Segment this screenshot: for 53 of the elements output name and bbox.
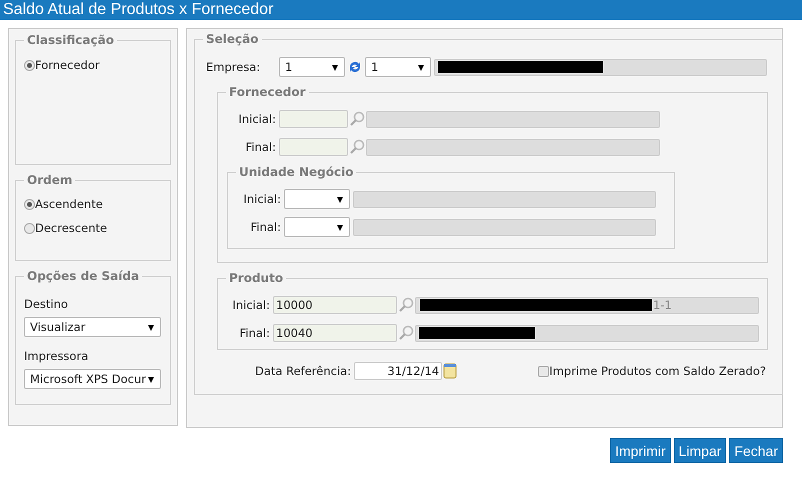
caret-icon — [148, 377, 154, 383]
checkbox-option[interactable]: Imprime Produtos com Saldo Zerado? — [538, 364, 766, 378]
calendar-icon[interactable] — [443, 363, 458, 379]
code-field[interactable] — [279, 138, 348, 156]
section-legend: Fornecedor — [226, 85, 309, 99]
caret-icon — [418, 65, 424, 71]
dropdown[interactable]: Microsoft XPS Docur — [24, 369, 161, 389]
window-title: Saldo Atual de Produtos x Fornecedor — [3, 1, 274, 18]
caret-icon — [337, 197, 343, 203]
search-icon[interactable] — [349, 139, 365, 155]
radio-option[interactable]: Ascendente — [24, 195, 162, 213]
dropdown[interactable] — [284, 217, 350, 237]
search-icon[interactable] — [398, 325, 414, 341]
field-label: Inicial: — [237, 112, 276, 126]
dropdown[interactable]: Visualizar — [24, 317, 161, 337]
action-button[interactable]: Imprimir — [610, 438, 671, 463]
section-legend: Produto — [226, 271, 286, 285]
radio-option[interactable]: Fornecedor — [24, 56, 162, 74]
description-text: 1-1 — [653, 298, 672, 312]
sync-icon[interactable] — [348, 59, 362, 75]
section-legend: Classificação — [24, 33, 117, 47]
action-button[interactable]: Fechar — [729, 438, 783, 463]
radio-button[interactable] — [24, 222, 35, 234]
field-label: Data Referência: — [255, 364, 352, 378]
field-label: Final: — [244, 140, 276, 154]
field-label: Empresa: — [206, 60, 262, 74]
search-icon[interactable] — [349, 111, 365, 127]
field-label: Inicial: — [242, 192, 281, 206]
code-field[interactable] — [279, 110, 348, 128]
search-icon[interactable] — [398, 297, 414, 313]
date-field[interactable]: 31/12/14 — [354, 362, 442, 380]
section-legend: Seleção — [203, 32, 262, 46]
caret-icon — [148, 325, 154, 331]
checkbox[interactable] — [538, 366, 550, 376]
action-button[interactable]: Limpar — [674, 438, 726, 463]
dropdown[interactable]: 1 — [279, 57, 345, 77]
dropdown[interactable]: 1 — [365, 57, 431, 77]
caret-icon — [332, 65, 338, 71]
caret-icon — [337, 225, 343, 231]
radio-button[interactable] — [24, 198, 35, 210]
field-label: Final: — [238, 326, 270, 340]
field-label: Inicial: — [231, 298, 270, 312]
field-label: Impressora — [24, 349, 90, 363]
section-legend: Unidade Negócio — [236, 165, 356, 179]
section-legend: Ordem — [24, 173, 76, 187]
field-label: Destino — [24, 297, 69, 311]
section-legend: Opções de Saída — [24, 269, 142, 283]
radio-button[interactable] — [24, 60, 35, 70]
code-field[interactable]: 10040 — [273, 324, 397, 342]
radio-option[interactable]: Decrescente — [24, 219, 162, 237]
dropdown[interactable] — [284, 189, 350, 209]
field-label: Final: — [250, 220, 281, 234]
code-field[interactable]: 10000 — [273, 296, 397, 314]
